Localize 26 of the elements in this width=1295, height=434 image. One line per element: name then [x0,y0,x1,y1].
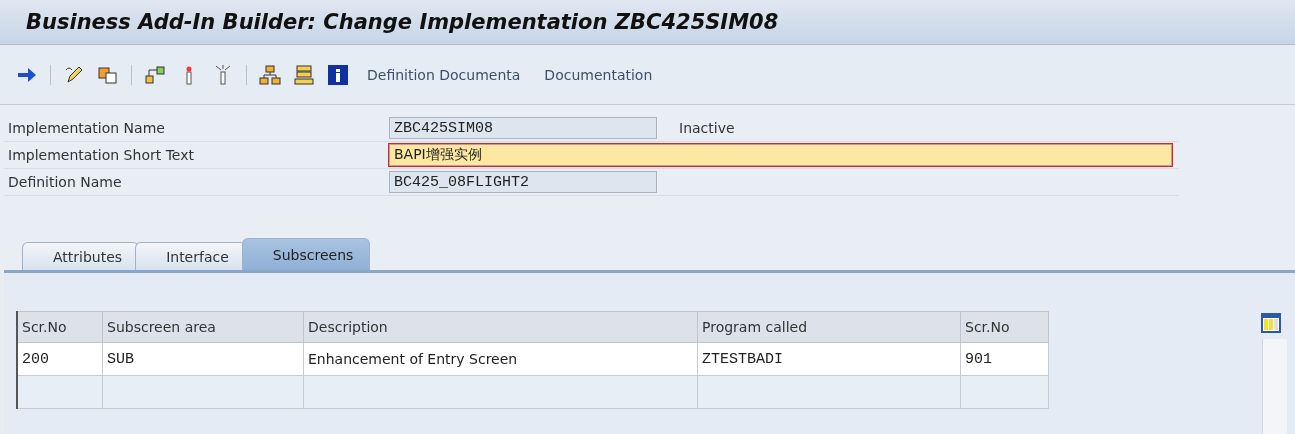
column-header[interactable]: Scr.No [960,311,1049,343]
table-cell: 200 [17,342,103,376]
table-cell: ZTESTBADI [697,342,961,376]
org-chart-icon[interactable] [259,63,281,86]
toolbar-button[interactable]: Documentation [538,66,659,83]
hierarchy-icon[interactable] [144,63,166,86]
table-cell: 901 [960,342,1049,376]
tab[interactable]: Subscreens [241,238,371,270]
status-text: Inactive [679,120,735,136]
field-label: Implementation Short Text [7,147,195,163]
stack-icon[interactable] [293,63,315,86]
field-label: Implementation Name [7,120,166,136]
table-cell: Enhancement of Entry Screen [303,342,698,376]
column-header[interactable]: Description [303,311,698,343]
column-header[interactable]: Subscreen area [102,311,304,343]
column-header[interactable]: Scr.No [17,311,103,343]
column-header[interactable]: Program called [697,311,961,343]
input-field[interactable]: BAPI增强实例 [389,144,1172,166]
toolbar-button[interactable]: Definition Documenta [361,66,527,83]
info-icon[interactable] [327,63,349,86]
column-settings-icon[interactable] [1261,313,1281,333]
window-title: Business Add-In Builder: Change Implementation ZBC425SIM08 [26,10,779,34]
table-cell: SUB [102,342,304,376]
field-label: Definition Name [7,174,123,190]
display-field[interactable]: ZBC425SIM08 [389,117,657,139]
display-field[interactable]: BC425_08FLIGHT2 [389,171,657,193]
